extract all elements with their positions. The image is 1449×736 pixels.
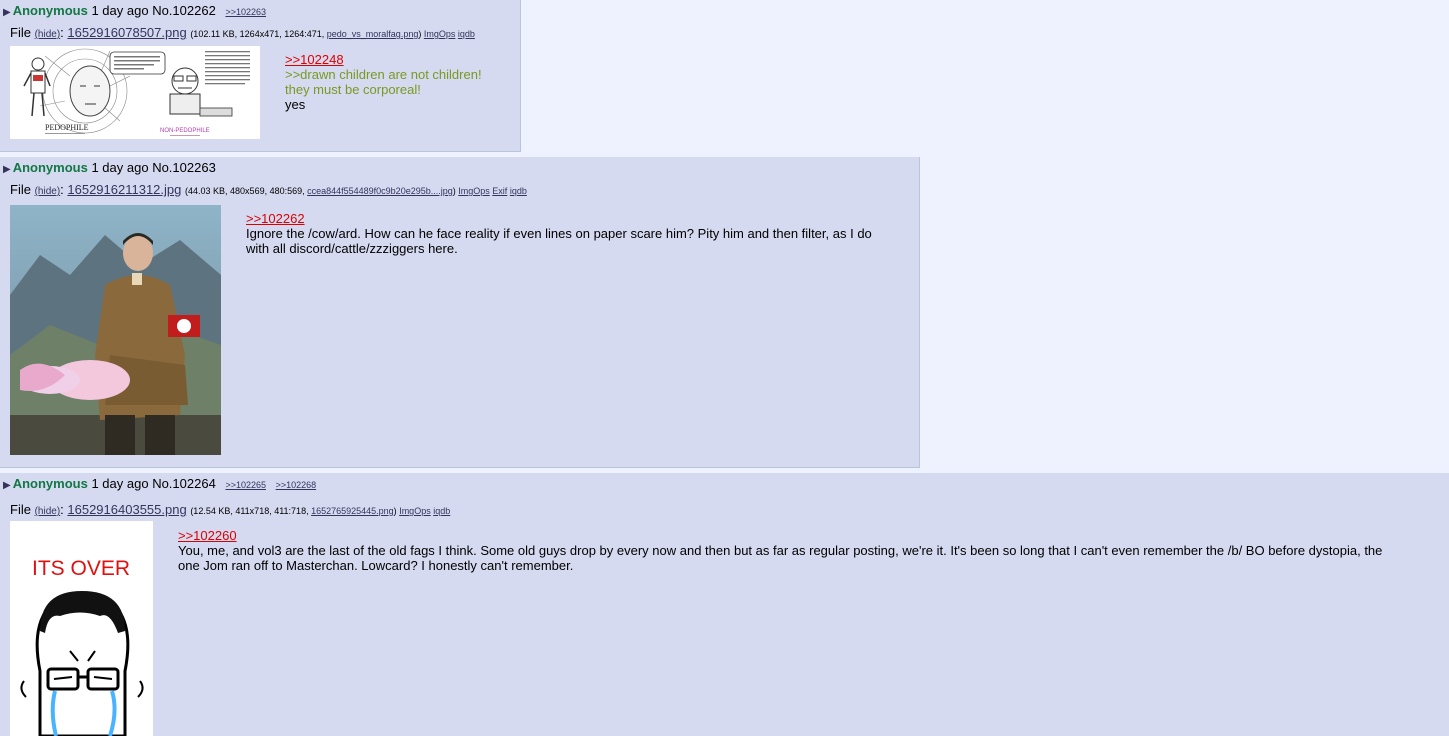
post-date: 1 day ago <box>91 476 149 491</box>
file-label: File <box>10 182 31 197</box>
exif-link[interactable]: Exif <box>492 186 507 196</box>
its-over-caption: ITS OVER <box>32 557 130 580</box>
file-details: (44.03 KB, 480x569, 480:569, ccea844f554… <box>185 186 527 196</box>
post-number[interactable]: No.102263 <box>152 160 216 175</box>
poster-name: Anonymous <box>12 3 88 18</box>
file-details: (12.54 KB, 411x718, 411:718, 16527659254… <box>190 506 451 516</box>
file-label: File <box>10 25 31 40</box>
post-message: >>102248 >>drawn children are not childr… <box>285 52 482 112</box>
imgops-link[interactable]: ImgOps <box>424 29 456 39</box>
post-image-thumbnail[interactable]: ITS OVER <box>10 521 153 736</box>
backlink-reply[interactable]: >>102263 <box>225 7 266 17</box>
poster-name: Anonymous <box>12 476 88 491</box>
non-pedophile-caption: NON-PEDOPHILE <box>160 128 210 134</box>
post-image-thumbnail[interactable] <box>10 205 221 455</box>
iqdb-link[interactable]: iqdb <box>510 186 527 196</box>
message-text: with all discord/cattle/zzziggers here. <box>246 241 458 256</box>
backlink-reply[interactable]: >>102268 <box>276 480 317 490</box>
iqdb-link[interactable]: iqdb <box>433 506 450 516</box>
post-menu-arrow-icon[interactable]: ▶ <box>3 7 11 18</box>
post-header: ▶ Anonymous 1 day ago No.102263 <box>3 160 216 175</box>
post-102264: ▶ Anonymous 1 day ago No.102264 >>102265 … <box>0 473 1449 736</box>
message-text: yes <box>285 97 306 112</box>
file-name-link[interactable]: 1652916078507.png <box>67 25 186 40</box>
imgops-link[interactable]: ImgOps <box>458 186 490 196</box>
file-name-link[interactable]: 1652916211312.jpg <box>67 182 181 197</box>
quote-link[interactable]: >>102262 <box>246 211 872 226</box>
file-name-link[interactable]: 1652916403555.png <box>67 502 186 517</box>
post-message: >>102260 You, me, and vol3 are the last … <box>178 528 1428 573</box>
post-date: 1 day ago <box>91 3 149 18</box>
post-header: ▶ Anonymous 1 day ago No.102264 >>102265 … <box>3 476 316 491</box>
post-menu-arrow-icon[interactable]: ▶ <box>3 480 11 491</box>
hide-image-link[interactable]: (hide) <box>35 29 61 40</box>
file-details: (102.11 KB, 1264x471, 1264:471, pedo_vs_… <box>190 29 475 39</box>
post-number[interactable]: No.102264 <box>152 476 216 491</box>
post-menu-arrow-icon[interactable]: ▶ <box>3 164 11 175</box>
hide-image-link[interactable]: (hide) <box>35 186 61 197</box>
backlink-reply[interactable]: >>102265 <box>225 480 266 490</box>
greentext-line: they must be corporeal! <box>285 82 421 97</box>
file-info: File (hide): 1652916403555.png (12.54 KB… <box>10 502 451 517</box>
quote-link[interactable]: >>102260 <box>178 528 1428 543</box>
original-filename[interactable]: ccea844f554489f0c9b20e295b....jpg <box>307 186 453 196</box>
original-filename[interactable]: pedo_vs_moralfag.png <box>327 29 419 39</box>
iqdb-link[interactable]: iqdb <box>458 29 475 39</box>
post-102262: ▶ Anonymous 1 day ago No.102262 >>102263 … <box>0 0 521 152</box>
file-label: File <box>10 502 31 517</box>
post-header: ▶ Anonymous 1 day ago No.102262 >>102263 <box>3 3 266 18</box>
post-message: >>102262 Ignore the /cow/ard. How can he… <box>246 211 872 256</box>
imgops-link[interactable]: ImgOps <box>399 506 431 516</box>
message-text: You, me, and vol3 are the last of the ol… <box>178 543 1383 558</box>
post-102263: ▶ Anonymous 1 day ago No.102263 File (hid… <box>0 157 920 468</box>
file-info: File (hide): 1652916211312.jpg (44.03 KB… <box>10 182 527 197</box>
original-filename[interactable]: 1652765925445.png <box>311 506 394 516</box>
post-image-thumbnail[interactable]: PEDOPHILE NON-PEDOPHILE <box>10 46 260 139</box>
pedophile-caption: PEDOPHILE <box>45 123 89 132</box>
file-info: File (hide): 1652916078507.png (102.11 K… <box>10 25 475 40</box>
message-text: Ignore the /cow/ard. How can he face rea… <box>246 226 872 241</box>
message-text: one Jom ran off to Masterchan. Lowcard? … <box>178 558 574 573</box>
post-date: 1 day ago <box>91 160 149 175</box>
hide-image-link[interactable]: (hide) <box>35 506 61 517</box>
quote-link[interactable]: >>102248 <box>285 52 482 67</box>
greentext-line: >>drawn children are not children! <box>285 67 482 82</box>
poster-name: Anonymous <box>12 160 88 175</box>
post-number[interactable]: No.102262 <box>152 3 216 18</box>
